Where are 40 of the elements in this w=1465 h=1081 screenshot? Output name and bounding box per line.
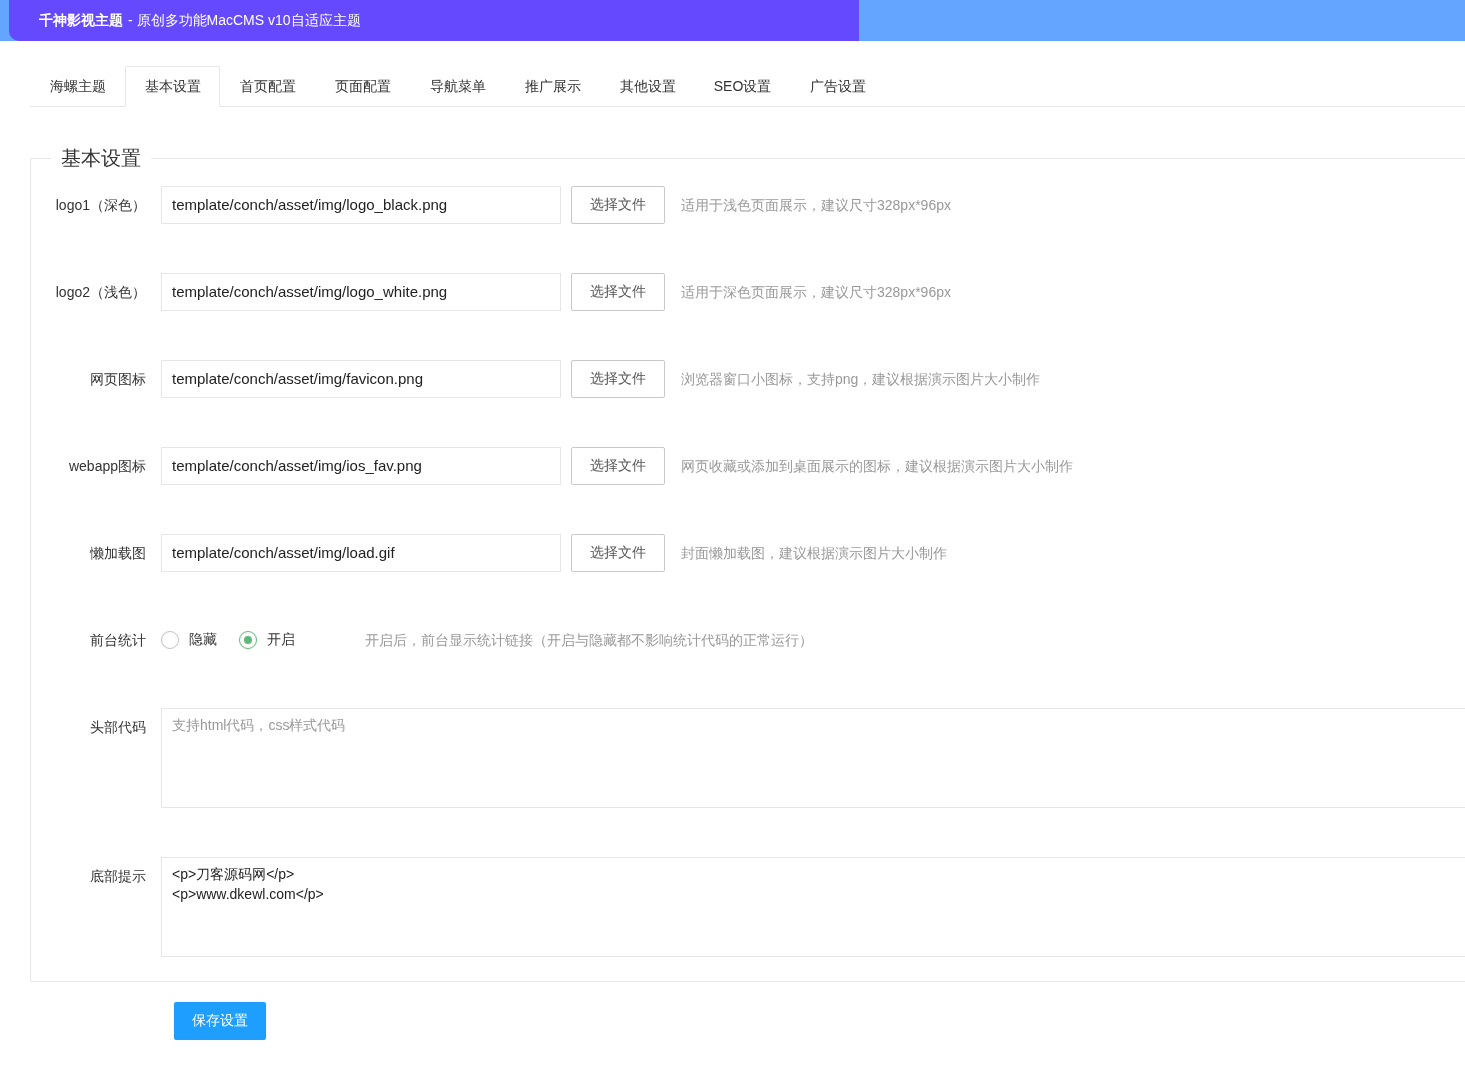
radio-label[interactable]: 开启: [267, 631, 295, 649]
field-label: logo2（浅色）: [54, 283, 147, 302]
choose-file-button[interactable]: 选择文件: [571, 273, 665, 311]
settings-tab[interactable]: 海螺主题: [30, 66, 125, 107]
field-hint: 适用于浅色页面展示，建议尺寸328px*96px: [681, 196, 951, 215]
path-input-field[interactable]: template/conch/asset/img/ios_fav.png: [161, 447, 561, 485]
field-label: 底部提示: [89, 867, 147, 886]
choose-file-button[interactable]: 选择文件: [571, 360, 665, 398]
theme-title: 千神影视主题: [39, 11, 123, 30]
field-hint: 封面懒加载图，建议根据演示图片大小制作: [681, 544, 947, 563]
field-hint: 适用于深色页面展示，建议尺寸328px*96px: [681, 283, 951, 302]
choose-file-button[interactable]: 选择文件: [571, 534, 665, 572]
settings-tab[interactable]: 其他设置: [600, 66, 695, 107]
field-label: 头部代码: [89, 718, 147, 737]
settings-tab[interactable]: 导航菜单: [410, 66, 505, 107]
code-textarea[interactable]: 支持html代码，css样式代码: [161, 708, 1465, 808]
field-hint: 浏览器窗口小图标，支持png，建议根据演示图片大小制作: [681, 370, 1041, 389]
choose-file-button[interactable]: 选择文件: [571, 186, 665, 224]
section-title: 基本设置: [60, 146, 142, 171]
field-hint: 开启后，前台显示统计链接（开启与隐藏都不影响统计代码的正常运行）: [365, 631, 813, 650]
field-label: 懒加载图: [89, 544, 147, 563]
field-label: webapp图标: [67, 457, 147, 476]
field-label: 前台统计: [89, 631, 147, 650]
field-hint: 网页收藏或添加到桌面展示的图标，建议根据演示图片大小制作: [681, 457, 1073, 476]
field-label: 网页图标: [89, 370, 147, 389]
path-input-field[interactable]: template/conch/asset/img/load.gif: [161, 534, 561, 572]
radio-label[interactable]: 隐藏: [189, 631, 217, 649]
code-textarea[interactable]: <p>刀客源码网</p> <p>www.dkewl.com</p>: [161, 857, 1465, 957]
settings-tab[interactable]: SEO设置: [695, 66, 790, 107]
settings-tab[interactable]: 广告设置: [790, 66, 885, 107]
theme-subtitle: - 原创多功能MacCMS v10自适应主题: [128, 11, 361, 30]
path-input-field[interactable]: template/conch/asset/img/favicon.png: [161, 360, 561, 398]
settings-tab[interactable]: 基本设置: [125, 66, 220, 107]
choose-file-button[interactable]: 选择文件: [571, 447, 665, 485]
settings-tab[interactable]: 页面配置: [315, 66, 410, 107]
field-label: logo1（深色）: [54, 196, 147, 215]
settings-tab[interactable]: 首页配置: [220, 66, 315, 107]
path-input-field[interactable]: template/conch/asset/img/logo_white.png: [161, 273, 561, 311]
path-input-field[interactable]: template/conch/asset/img/logo_black.png: [161, 186, 561, 224]
settings-tab[interactable]: 推广展示: [505, 66, 600, 107]
